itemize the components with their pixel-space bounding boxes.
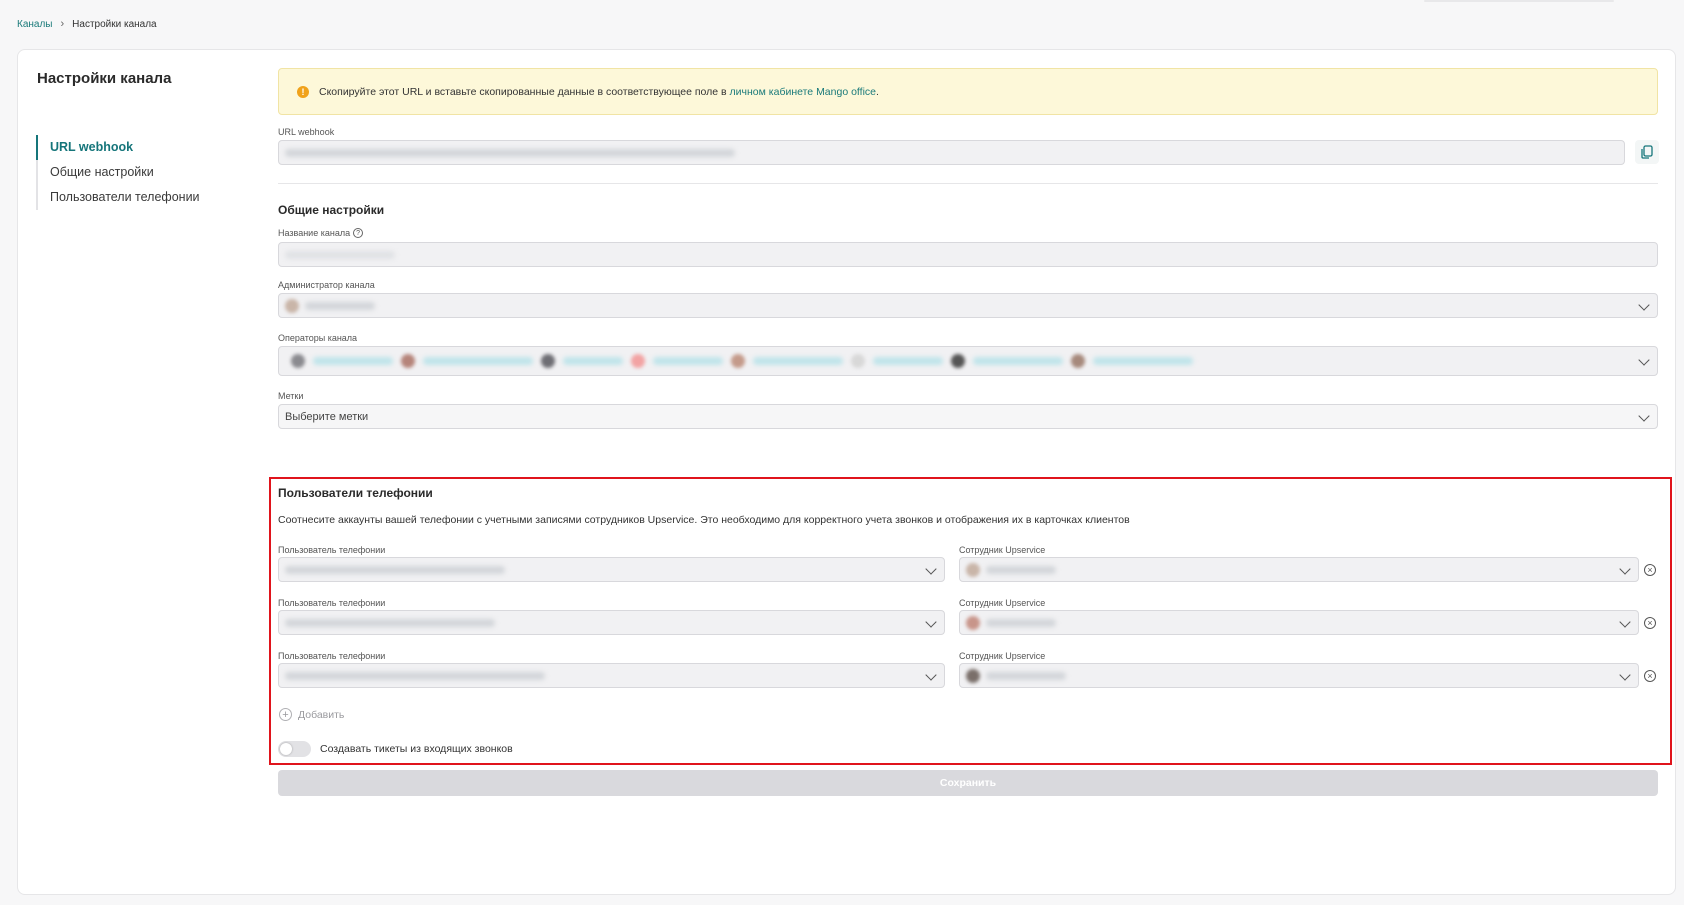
avatar [966, 562, 980, 577]
telephony-user-select[interactable] [278, 610, 945, 635]
telephony-user-label: Пользователь телефонии [278, 545, 386, 555]
operators-select[interactable] [278, 346, 1658, 376]
create-tickets-row: Создавать тикеты из входящих звонков [278, 741, 513, 757]
breadcrumb-link-channels[interactable]: Каналы [17, 19, 53, 30]
channel-name-input[interactable] [278, 242, 1658, 267]
remove-row-icon[interactable]: × [1644, 617, 1656, 629]
operator-chip [973, 357, 1063, 365]
chevron-down-icon [1619, 669, 1631, 681]
chevron-down-icon [1619, 563, 1631, 575]
employee-select[interactable] [959, 557, 1639, 582]
employee-label: Сотрудник Upservice [959, 598, 1046, 608]
avatar [966, 615, 980, 630]
employee-label: Сотрудник Upservice [959, 651, 1046, 661]
settings-card: Настройки канала URL webhook Общие настр… [17, 49, 1676, 895]
chevron-down-icon [925, 669, 937, 681]
create-tickets-toggle[interactable] [278, 741, 311, 757]
blurred-employee-name [986, 671, 1066, 680]
breadcrumb: Каналы › Настройки канала [17, 18, 157, 30]
telephony-user-label: Пользователь телефонии [278, 598, 386, 608]
avatar [541, 354, 555, 368]
blurred-telephony-user [285, 671, 545, 680]
chevron-down-icon [1638, 410, 1650, 422]
avatar [291, 354, 305, 368]
blurred-channel-name [285, 250, 395, 259]
side-nav-item-general[interactable]: Общие настройки [38, 160, 200, 185]
operator-chip [313, 357, 393, 365]
avatar [951, 354, 965, 368]
avatar [731, 354, 745, 368]
chevron-down-icon [1619, 616, 1631, 628]
operator-chip [423, 357, 533, 365]
webhook-url-input[interactable] [278, 140, 1625, 165]
blurred-admin-name [305, 301, 375, 310]
operator-chip [873, 357, 943, 365]
telephony-description: Соотнесите аккаунты вашей телефонии с уч… [278, 514, 1130, 526]
avatar [631, 354, 645, 368]
blurred-url-value [285, 148, 735, 157]
top-bar-edge [1424, 0, 1614, 2]
tags-placeholder: Выберите метки [285, 410, 369, 423]
chevron-down-icon [1638, 299, 1650, 311]
avatar [285, 298, 299, 313]
chevron-right-icon: › [60, 18, 65, 30]
create-tickets-label: Создавать тикеты из входящих звонков [320, 743, 513, 755]
mango-office-link[interactable]: личном кабинете Mango office [730, 86, 876, 98]
divider [278, 183, 1658, 184]
webhook-url-label: URL webhook [278, 127, 335, 137]
telephony-user-select[interactable] [278, 557, 945, 582]
chevron-down-icon [925, 616, 937, 628]
side-nav-item-telephony-users[interactable]: Пользователи телефонии [38, 185, 200, 210]
page-title: Настройки канала [37, 70, 172, 87]
channel-name-label: Название канала ? [278, 228, 364, 238]
operators-label: Операторы канала [278, 333, 358, 343]
remove-row-icon[interactable]: × [1644, 670, 1656, 682]
remove-row-icon[interactable]: × [1644, 564, 1656, 576]
help-icon[interactable]: ? [353, 228, 364, 238]
chevron-down-icon [1638, 354, 1650, 366]
tags-select[interactable]: Выберите метки [278, 404, 1658, 429]
alert-text: Скопируйте этот URL и вставьте скопирова… [319, 85, 879, 98]
breadcrumb-current: Настройки канала [72, 18, 157, 30]
copy-button[interactable] [1635, 140, 1659, 164]
warning-icon: ! [297, 85, 309, 98]
telephony-user-select[interactable] [278, 663, 945, 688]
operator-chip [753, 357, 843, 365]
blurred-telephony-user [285, 618, 495, 627]
toggle-knob [280, 743, 292, 755]
chevron-down-icon [925, 563, 937, 575]
save-button[interactable]: Сохранить [278, 770, 1658, 796]
employee-select[interactable] [959, 663, 1639, 688]
operator-chip [563, 357, 623, 365]
side-nav-item-url-webhook[interactable]: URL webhook [36, 135, 200, 160]
admin-label: Администратор канала [278, 280, 375, 290]
general-section-title: Общие настройки [278, 203, 385, 217]
telephony-user-label: Пользователь телефонии [278, 651, 386, 661]
copy-icon [1641, 145, 1653, 159]
admin-select[interactable] [278, 293, 1658, 318]
operator-chip [653, 357, 723, 365]
employee-label: Сотрудник Upservice [959, 545, 1046, 555]
avatar [401, 354, 415, 368]
blurred-telephony-user [285, 565, 505, 574]
blurred-employee-name [986, 618, 1056, 627]
employee-select[interactable] [959, 610, 1639, 635]
side-nav: URL webhook Общие настройки Пользователи… [36, 135, 200, 210]
avatar [1071, 354, 1085, 368]
blurred-employee-name [986, 565, 1056, 574]
telephony-section-title: Пользователи телефонии [278, 486, 433, 500]
add-row-button[interactable]: + Добавить [279, 708, 344, 721]
tags-label: Метки [278, 391, 304, 401]
operator-chip [1093, 357, 1193, 365]
avatar [966, 668, 980, 683]
avatar [851, 354, 865, 368]
plus-circle-icon: + [279, 708, 292, 721]
info-alert: ! Скопируйте этот URL и вставьте скопиро… [278, 68, 1658, 115]
